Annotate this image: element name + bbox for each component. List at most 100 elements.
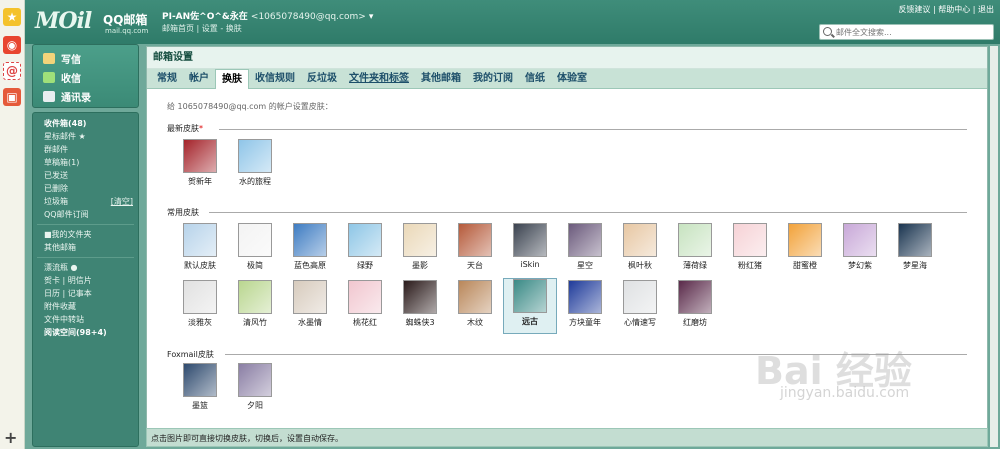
section-rule — [219, 129, 967, 130]
skin-option[interactable]: 贺新年 — [175, 139, 225, 191]
skin-thumbnail — [458, 280, 492, 314]
skin-option[interactable]: 水墨情 — [285, 280, 335, 332]
top-links[interactable]: 反馈建议 | 帮助中心 | 退出 — [898, 4, 994, 15]
skin-option[interactable]: 清风竹 — [230, 280, 280, 332]
weibo-icon[interactable]: ◉ — [3, 36, 21, 54]
tab-rules[interactable]: 收信规则 — [249, 69, 301, 89]
dropdown-arrow-icon[interactable]: ▾ — [369, 12, 374, 22]
skin-thumbnail — [293, 223, 327, 257]
watermark-url: jingyan.baidu.com — [780, 385, 910, 401]
skin-label: 粉红猪 — [738, 261, 762, 270]
skin-option[interactable]: 蓝色高原 — [285, 223, 335, 275]
skin-label: 桃花红 — [353, 318, 377, 327]
user-identity[interactable]: PI-AN佐^O^&永在 <1065078490@qq.com> ▾ — [162, 9, 373, 22]
app-cards[interactable]: 贺卡 | 明信片 — [33, 274, 138, 287]
tab-labs[interactable]: 体验室 — [551, 69, 593, 89]
skin-option[interactable]: 红磨坊 — [670, 280, 720, 332]
skin-option[interactable]: 绿野 — [340, 223, 390, 275]
skin-option[interactable]: 墨影 — [395, 223, 445, 275]
clear-spam-link[interactable]: [清空] — [111, 195, 133, 208]
skin-option[interactable]: 水的旅程 — [230, 139, 280, 191]
folder-starred[interactable]: 星标邮件 ★ — [33, 130, 138, 143]
shopping-icon[interactable]: ▣ — [3, 88, 21, 106]
favorites-star-icon[interactable]: ★ — [3, 8, 21, 26]
skin-thumbnail — [678, 280, 712, 314]
tab-account[interactable]: 帐户 — [183, 69, 215, 89]
skin-option[interactable]: 心情速写 — [615, 280, 665, 332]
folder-deleted[interactable]: 已删除 — [33, 182, 138, 195]
skin-option[interactable]: 方块童年 — [560, 280, 610, 332]
app-attachments[interactable]: 附件收藏 — [33, 300, 138, 313]
skin-option[interactable]: 甜蜜橙 — [780, 223, 830, 275]
contacts-button[interactable]: 通讯录 — [43, 87, 138, 106]
page-scrollbar[interactable] — [990, 46, 998, 447]
skin-option[interactable]: 木纹 — [450, 280, 500, 332]
tab-stationery[interactable]: 信纸 — [519, 69, 551, 89]
skin-thumbnail — [238, 139, 272, 173]
skin-option[interactable]: 梦星海 — [890, 223, 940, 275]
skin-option[interactable]: 蜘蛛侠3 — [395, 280, 445, 332]
skin-option[interactable]: 天台 — [450, 223, 500, 275]
search-input[interactable] — [836, 26, 991, 38]
skin-option[interactable]: 薄荷绿 — [670, 223, 720, 275]
folder-spam[interactable]: 垃圾箱 [清空] — [33, 195, 138, 208]
tab-skin[interactable]: 换肤 — [215, 69, 249, 89]
tab-antispam[interactable]: 反垃圾 — [301, 69, 343, 89]
skin-label: 方块童年 — [569, 318, 601, 327]
left-sidebar: 写信 收信 通讯录 收件箱(48) 星标邮件 ★ 群邮件 草稿箱(1) 已发送 … — [32, 44, 139, 447]
skin-thumbnail — [733, 223, 767, 257]
skin-option[interactable]: 粉红猪 — [725, 223, 775, 275]
skin-thumbnail — [238, 280, 272, 314]
add-app-icon[interactable]: + — [4, 428, 17, 447]
folder-subscriptions[interactable]: QQ邮件订阅 — [33, 208, 138, 221]
skin-option[interactable]: iSkin — [505, 223, 555, 275]
skin-thumbnail — [513, 279, 547, 313]
skin-option[interactable]: 墨篮 — [175, 363, 225, 415]
logo-brand: QQ邮箱 — [103, 13, 148, 27]
app-reading-space[interactable]: 阅读空间(98+4) — [33, 326, 138, 339]
qq-mail-logo[interactable]: MOil QQ邮箱 mail.qq.com — [35, 8, 155, 36]
app-calendar[interactable]: 日历 | 记事本 — [33, 287, 138, 300]
skin-option[interactable]: 淡雅灰 — [175, 280, 225, 332]
folder-inbox[interactable]: 收件箱(48) — [33, 117, 138, 130]
skin-thumbnail — [348, 280, 382, 314]
folder-drafts[interactable]: 草稿箱(1) — [33, 156, 138, 169]
section-new-skins: 最新皮肤* — [167, 123, 203, 134]
breadcrumb[interactable]: 邮箱首页 | 设置 - 换肤 — [162, 23, 242, 34]
compose-button[interactable]: 写信 — [43, 49, 138, 68]
logo-domain: mail.qq.com — [105, 27, 149, 35]
tab-general[interactable]: 常规 — [151, 69, 183, 89]
compose-panel: 写信 收信 通讯录 — [32, 44, 139, 108]
tab-subscriptions[interactable]: 我的订阅 — [467, 69, 519, 89]
mail-search-box[interactable] — [819, 24, 994, 40]
skin-label: 墨篮 — [192, 401, 208, 410]
my-folders[interactable]: ■我的文件夹 — [33, 228, 138, 241]
skin-label: 薄荷绿 — [683, 261, 707, 270]
skin-option[interactable]: 枫叶秋 — [615, 223, 665, 275]
skin-label: 蓝色高原 — [294, 261, 326, 270]
skin-option[interactable]: 梦幻紫 — [835, 223, 885, 275]
app-drift-bottle[interactable]: 漂流瓶 ● — [33, 261, 138, 274]
skin-thumbnail — [183, 223, 217, 257]
skin-label: 天台 — [467, 261, 483, 270]
skin-thumbnail — [238, 363, 272, 397]
skin-option[interactable]: 远古 — [503, 278, 557, 334]
receive-button[interactable]: 收信 — [43, 68, 138, 87]
user-name: PI-AN佐^O^&永在 — [162, 12, 248, 22]
qzone-icon[interactable]: @ — [3, 62, 21, 80]
skin-label: 墨影 — [412, 261, 428, 270]
skin-option[interactable]: 桃花红 — [340, 280, 390, 332]
divider — [37, 224, 134, 225]
folder-group[interactable]: 群邮件 — [33, 143, 138, 156]
skin-thumbnail — [568, 223, 602, 257]
tab-folders-labels[interactable]: 文件夹和标签 — [343, 69, 415, 89]
skin-option[interactable]: 极简 — [230, 223, 280, 275]
skin-option[interactable]: 星空 — [560, 223, 610, 275]
tab-other-mailboxes[interactable]: 其他邮箱 — [415, 69, 467, 89]
skin-option[interactable]: 默认皮肤 — [175, 223, 225, 275]
app-file-transfer[interactable]: 文件中转站 — [33, 313, 138, 326]
receive-label: 收信 — [61, 74, 81, 85]
other-mailboxes[interactable]: 其他邮箱 — [33, 241, 138, 254]
skin-option[interactable]: 夕阳 — [230, 363, 280, 415]
folder-sent[interactable]: 已发送 — [33, 169, 138, 182]
